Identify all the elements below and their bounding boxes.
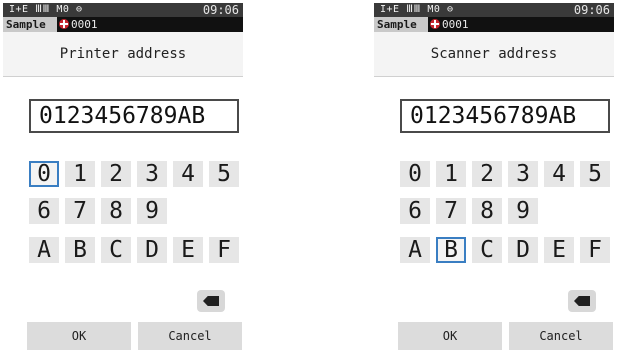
key-9[interactable]: 9 <box>137 198 167 224</box>
key-2[interactable]: 2 <box>472 161 502 187</box>
key-c[interactable]: C <box>472 237 502 263</box>
key-d[interactable]: D <box>508 237 538 263</box>
status-bar: I+E ⅢⅢ M0 ⊖ 09:06 <box>3 3 243 17</box>
key-7[interactable]: 7 <box>65 198 95 224</box>
backspace-button[interactable] <box>568 290 596 312</box>
key-e[interactable]: E <box>173 237 203 263</box>
key-0[interactable]: 0 <box>29 161 59 187</box>
key-0[interactable]: 0 <box>400 161 430 187</box>
key-a[interactable]: A <box>29 237 59 263</box>
key-7[interactable]: 7 <box>436 198 466 224</box>
backspace-button[interactable] <box>197 290 225 312</box>
key-1[interactable]: 1 <box>436 161 466 187</box>
status-icons: I+E ⅢⅢ M0 ⊖ <box>380 4 454 15</box>
ok-button[interactable]: OK <box>398 322 502 350</box>
sample-tab-bar: Sample 0001 <box>3 17 243 32</box>
key-9[interactable]: 9 <box>508 198 538 224</box>
key-6[interactable]: 6 <box>29 198 59 224</box>
cancel-button[interactable]: Cancel <box>138 322 242 350</box>
key-b[interactable]: B <box>65 237 95 263</box>
ok-button[interactable]: OK <box>27 322 131 350</box>
title-area: Printer address <box>3 32 243 77</box>
sample-number-text: 0001 <box>442 18 469 31</box>
key-f[interactable]: F <box>580 237 610 263</box>
target-icon <box>430 19 440 29</box>
sample-number-text: 0001 <box>71 18 98 31</box>
key-d[interactable]: D <box>137 237 167 263</box>
key-6[interactable]: 6 <box>400 198 430 224</box>
printer-address-screen: I+E ⅢⅢ M0 ⊖ 09:06 Sample 0001 Printer ad… <box>3 3 243 352</box>
address-value: 0123456789AB <box>39 103 206 129</box>
key-a[interactable]: A <box>400 237 430 263</box>
key-5[interactable]: 5 <box>209 161 239 187</box>
clock: 09:06 <box>202 3 239 17</box>
sample-tab-bar: Sample 0001 <box>374 17 614 32</box>
key-8[interactable]: 8 <box>472 198 502 224</box>
backspace-icon <box>574 296 590 306</box>
key-1[interactable]: 1 <box>65 161 95 187</box>
title-area: Scanner address <box>374 32 614 77</box>
cancel-button[interactable]: Cancel <box>509 322 613 350</box>
status-bar: I+E ⅢⅢ M0 ⊖ 09:06 <box>374 3 614 17</box>
sample-number: 0001 <box>59 17 98 32</box>
key-4[interactable]: 4 <box>544 161 574 187</box>
address-value: 0123456789AB <box>410 103 577 129</box>
address-field[interactable]: 0123456789AB <box>400 99 610 133</box>
keypad-area: 0123456789AB 0 1 2 3 4 5 6 7 8 9 A B C D… <box>374 77 614 352</box>
key-b[interactable]: B <box>436 237 466 263</box>
key-2[interactable]: 2 <box>101 161 131 187</box>
clock: 09:06 <box>573 3 610 17</box>
key-e[interactable]: E <box>544 237 574 263</box>
key-c[interactable]: C <box>101 237 131 263</box>
sample-tab[interactable]: Sample <box>374 17 428 32</box>
key-f[interactable]: F <box>209 237 239 263</box>
address-field[interactable]: 0123456789AB <box>29 99 239 133</box>
key-5[interactable]: 5 <box>580 161 610 187</box>
key-4[interactable]: 4 <box>173 161 203 187</box>
sample-tab[interactable]: Sample <box>3 17 57 32</box>
key-8[interactable]: 8 <box>101 198 131 224</box>
scanner-address-screen: I+E ⅢⅢ M0 ⊖ 09:06 Sample 0001 Scanner ad… <box>374 3 614 352</box>
page-title: Printer address <box>59 46 187 62</box>
status-icons: I+E ⅢⅢ M0 ⊖ <box>9 4 83 15</box>
key-3[interactable]: 3 <box>137 161 167 187</box>
sample-number: 0001 <box>430 17 469 32</box>
key-3[interactable]: 3 <box>508 161 538 187</box>
target-icon <box>59 19 69 29</box>
page-title: Scanner address <box>430 46 558 62</box>
backspace-icon <box>203 296 219 306</box>
keypad-area: 0123456789AB 0 1 2 3 4 5 6 7 8 9 A B C D… <box>3 77 243 352</box>
